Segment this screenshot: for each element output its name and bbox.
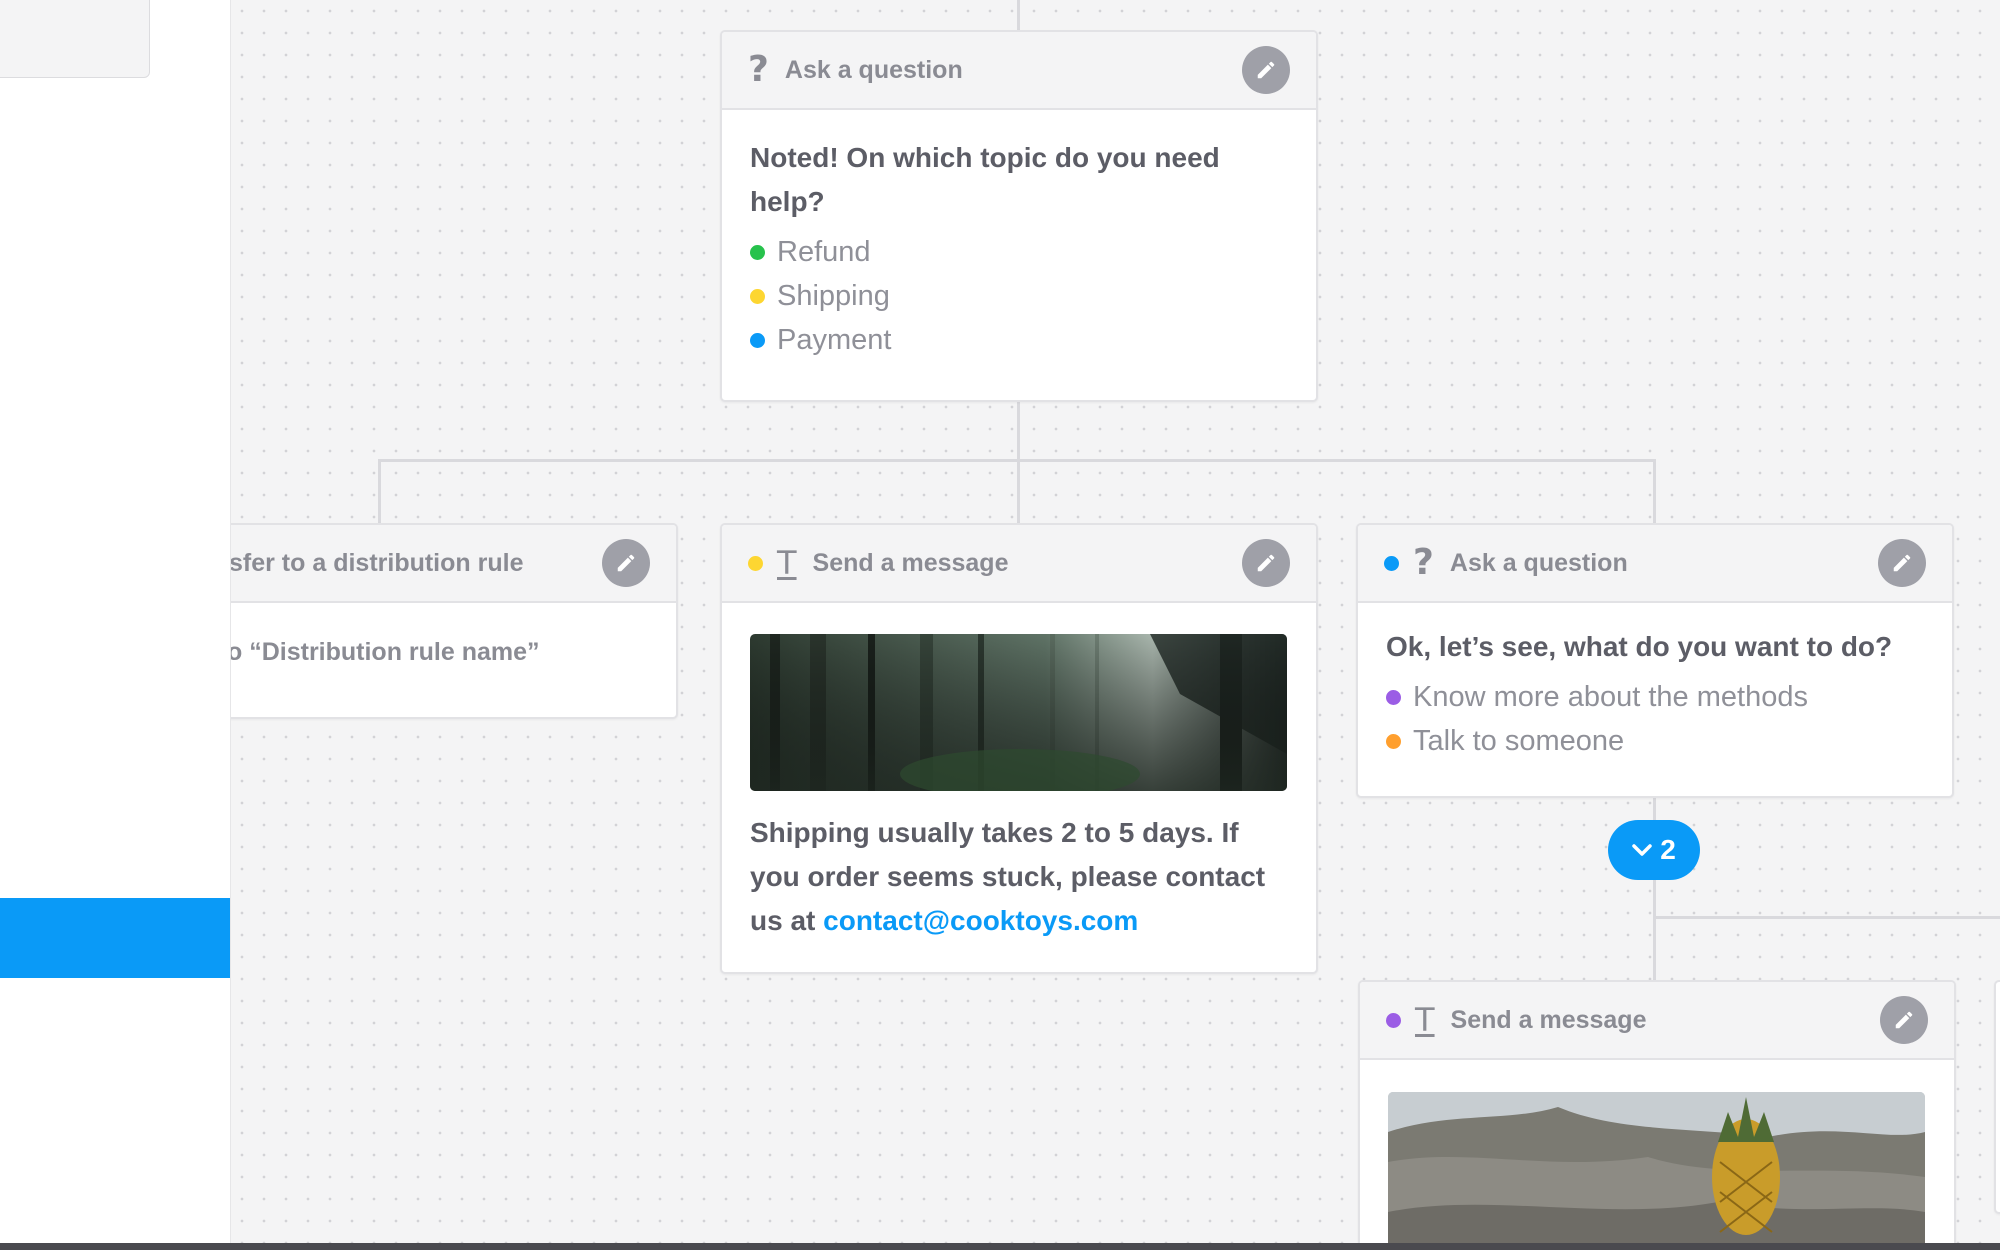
option-refund[interactable]: Refund [750, 230, 1288, 274]
pencil-icon [1257, 61, 1275, 79]
option-payment[interactable]: Payment [750, 318, 1288, 362]
option-color-dot [750, 288, 765, 304]
option-label: Know more about the methods [1413, 680, 1808, 713]
edit-button[interactable] [1878, 539, 1926, 587]
pineapple-image [1388, 1092, 1925, 1243]
option-color-dot [1386, 689, 1401, 705]
pencil-icon [617, 554, 635, 572]
connector-branch-right [1653, 459, 1656, 523]
pencil-icon [1895, 1011, 1913, 1029]
pencil-icon [1893, 554, 1911, 572]
option-color-dot [750, 332, 765, 348]
branch-count: 2 [1660, 834, 1676, 865]
option-color-dot [750, 244, 765, 260]
connector-branch-left [378, 459, 381, 523]
sidebar [0, 0, 231, 1250]
message-text: Shipping usually takes 2 to 5 days. If y… [750, 811, 1288, 943]
option-know-more[interactable]: Know more about the methods [1386, 675, 1924, 719]
branch-color-dot [748, 555, 763, 571]
card-header: ? Ask a question [722, 32, 1316, 110]
edit-button[interactable] [602, 539, 650, 587]
card-title: Ask a question [784, 55, 963, 84]
option-talk-to-someone[interactable]: Talk to someone [1386, 719, 1924, 763]
connector-trunk [1017, 398, 1020, 462]
edit-button[interactable] [1880, 996, 1928, 1044]
card-title: Ask a question [1449, 548, 1628, 577]
expand-branches-button[interactable]: 2 [1608, 820, 1700, 880]
connector-sub-lower [1653, 880, 1656, 982]
option-label: Shipping [777, 279, 890, 312]
transfer-description: o “Distribution rule name” [231, 638, 540, 666]
contact-email-link[interactable]: contact@cooktoys.com [823, 905, 1138, 936]
option-shipping[interactable]: Shipping [750, 274, 1288, 318]
card-header: T Send a message [1360, 982, 1954, 1060]
branch-color-dot [1384, 555, 1399, 571]
question-icon: ? [1413, 542, 1434, 583]
card-title: Send a message [812, 548, 1009, 577]
ask-question-card-topic[interactable]: ? Ask a question Noted! On which topic d… [720, 30, 1318, 402]
edit-button[interactable] [1242, 539, 1290, 587]
chevron-down-icon [1632, 844, 1652, 856]
text-icon: T [1415, 1001, 1435, 1039]
card-title: sfer to a distribution rule [231, 548, 524, 577]
flow-canvas[interactable]: ? Ask a question Noted! On which topic d… [231, 0, 2000, 1243]
transfer-distribution-card[interactable]: sfer to a distribution rule o “Distribut… [231, 523, 678, 719]
send-message-card-methods[interactable]: T Send a message [1358, 980, 1956, 1243]
option-label: Talk to someone [1413, 724, 1625, 757]
question-text: Noted! On which topic do you need help? [750, 142, 1220, 217]
card-header: ? Ask a question [1358, 525, 1952, 603]
sidebar-top-box[interactable] [0, 0, 150, 78]
card-header: sfer to a distribution rule [231, 525, 676, 603]
connector-sub-horizontal [1653, 916, 2000, 919]
ask-question-card-payment[interactable]: ? Ask a question Ok, let’s see, what do … [1356, 523, 1954, 798]
edit-button[interactable] [1242, 46, 1290, 94]
branch-color-dot [1386, 1012, 1401, 1028]
card-title: Send a message [1450, 1005, 1647, 1034]
card-header: T Send a message [722, 525, 1316, 603]
bottom-bar [0, 1243, 2000, 1250]
connector-top [1017, 0, 1020, 30]
adjacent-card-edge[interactable] [1994, 980, 2000, 1214]
option-label: Payment [777, 323, 892, 356]
connector-branch-middle [1017, 459, 1020, 523]
send-message-card-shipping[interactable]: T Send a message Shipping usually takes … [720, 523, 1318, 974]
option-label: Refund [777, 235, 871, 268]
sidebar-active-item[interactable] [0, 898, 230, 978]
forest-image [750, 634, 1287, 791]
option-color-dot [1386, 733, 1401, 749]
question-text: Ok, let’s see, what do you want to do? [1386, 631, 1893, 662]
text-icon: T [777, 544, 797, 582]
question-icon: ? [748, 49, 769, 90]
pencil-icon [1257, 554, 1275, 572]
